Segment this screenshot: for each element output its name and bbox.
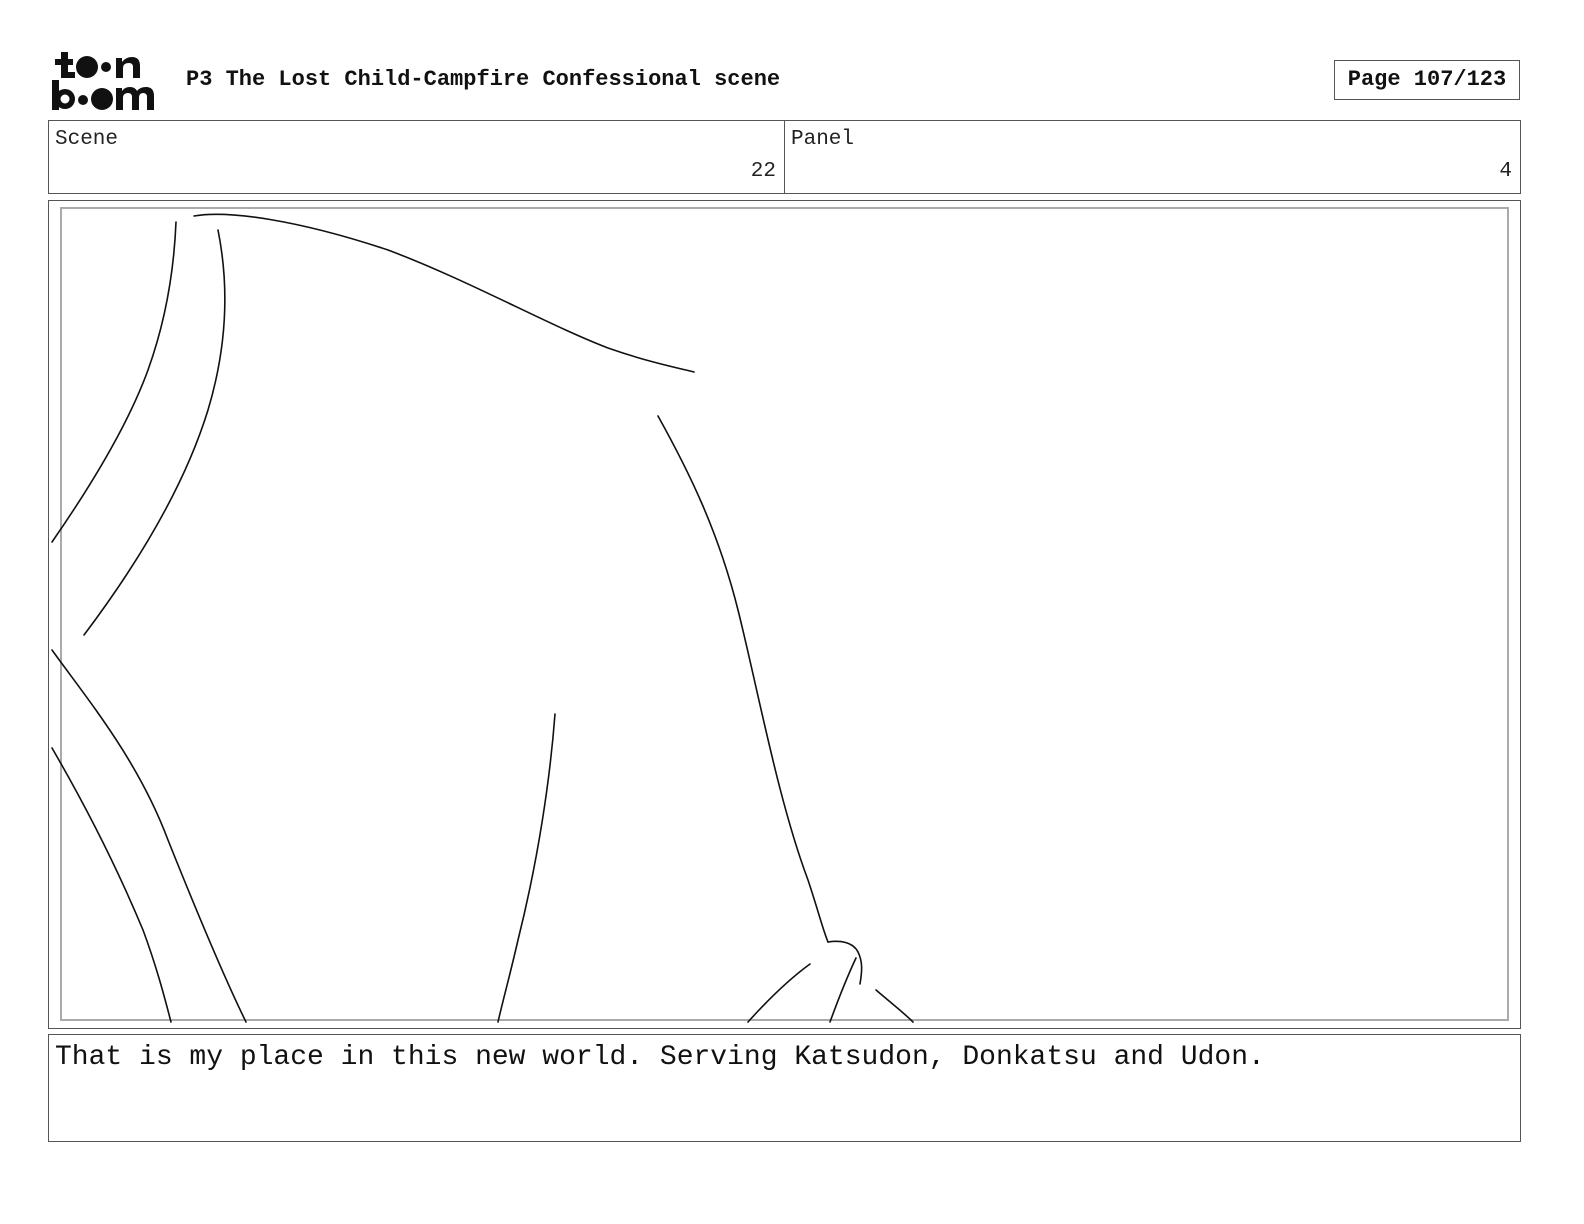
panel-number: 4	[1499, 160, 1512, 183]
dialogue-text: That is my place in this new world. Serv…	[55, 1042, 1265, 1073]
panel-label: Panel	[791, 128, 855, 151]
scene-number: 22	[750, 160, 776, 183]
document-title: P3 The Lost Child-Campfire Confessional …	[186, 67, 781, 92]
panel-sketch-image	[51, 213, 914, 1023]
scene-cell: Scene 22	[49, 121, 784, 193]
page-number: Page 107/123	[1334, 60, 1520, 100]
scene-label: Scene	[55, 128, 119, 151]
panel-cell: Panel 4	[784, 121, 1520, 193]
dialogue-box: That is my place in this new world. Serv…	[48, 1034, 1521, 1142]
toonboom-logo	[52, 52, 154, 110]
scene-panel-info: Scene 22 Panel 4	[48, 120, 1521, 194]
